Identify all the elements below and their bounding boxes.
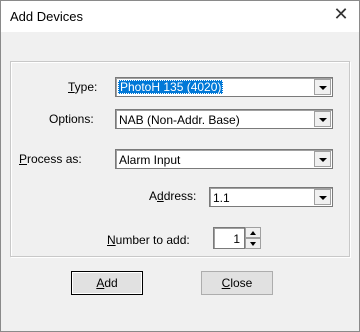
process-as-label: Process as: (19, 152, 82, 166)
address-label: Address: (149, 189, 197, 203)
add-button[interactable]: Add (71, 271, 143, 295)
type-value: PhotoH 135 (4020) (118, 80, 224, 94)
arrow-up-icon[interactable] (245, 227, 261, 238)
options-value: NAB (Non-Addr. Base) (119, 113, 240, 127)
options-dropdown[interactable]: NAB (Non-Addr. Base) (115, 109, 333, 129)
address-dropdown[interactable]: 1.1 (209, 187, 333, 207)
chevron-down-icon[interactable] (314, 79, 331, 95)
options-label: Options: (49, 112, 94, 126)
number-to-add-input[interactable]: 1 (213, 227, 245, 249)
address-value: 1.1 (213, 191, 230, 205)
chevron-down-icon[interactable] (314, 189, 331, 205)
close-button[interactable]: Close (201, 271, 273, 295)
chevron-down-icon[interactable] (314, 151, 331, 167)
type-dropdown[interactable]: PhotoH 135 (4020) (115, 77, 333, 97)
type-label: Type: (68, 80, 98, 94)
arrow-down-icon[interactable] (245, 238, 261, 249)
number-to-add-value: 1 (233, 232, 240, 246)
process-as-value: Alarm Input (119, 153, 181, 167)
close-icon[interactable]: ✕ (329, 4, 353, 28)
process-as-dropdown[interactable]: Alarm Input (115, 149, 333, 169)
window-title: Add Devices (10, 9, 83, 24)
title-bar: Add Devices ✕ (1, 1, 359, 32)
number-to-add-label: Number to add: (107, 233, 190, 247)
add-devices-dialog: Add Devices ✕ Type: PhotoH 135 (4020) Op… (0, 0, 360, 332)
chevron-down-icon[interactable] (314, 111, 331, 127)
